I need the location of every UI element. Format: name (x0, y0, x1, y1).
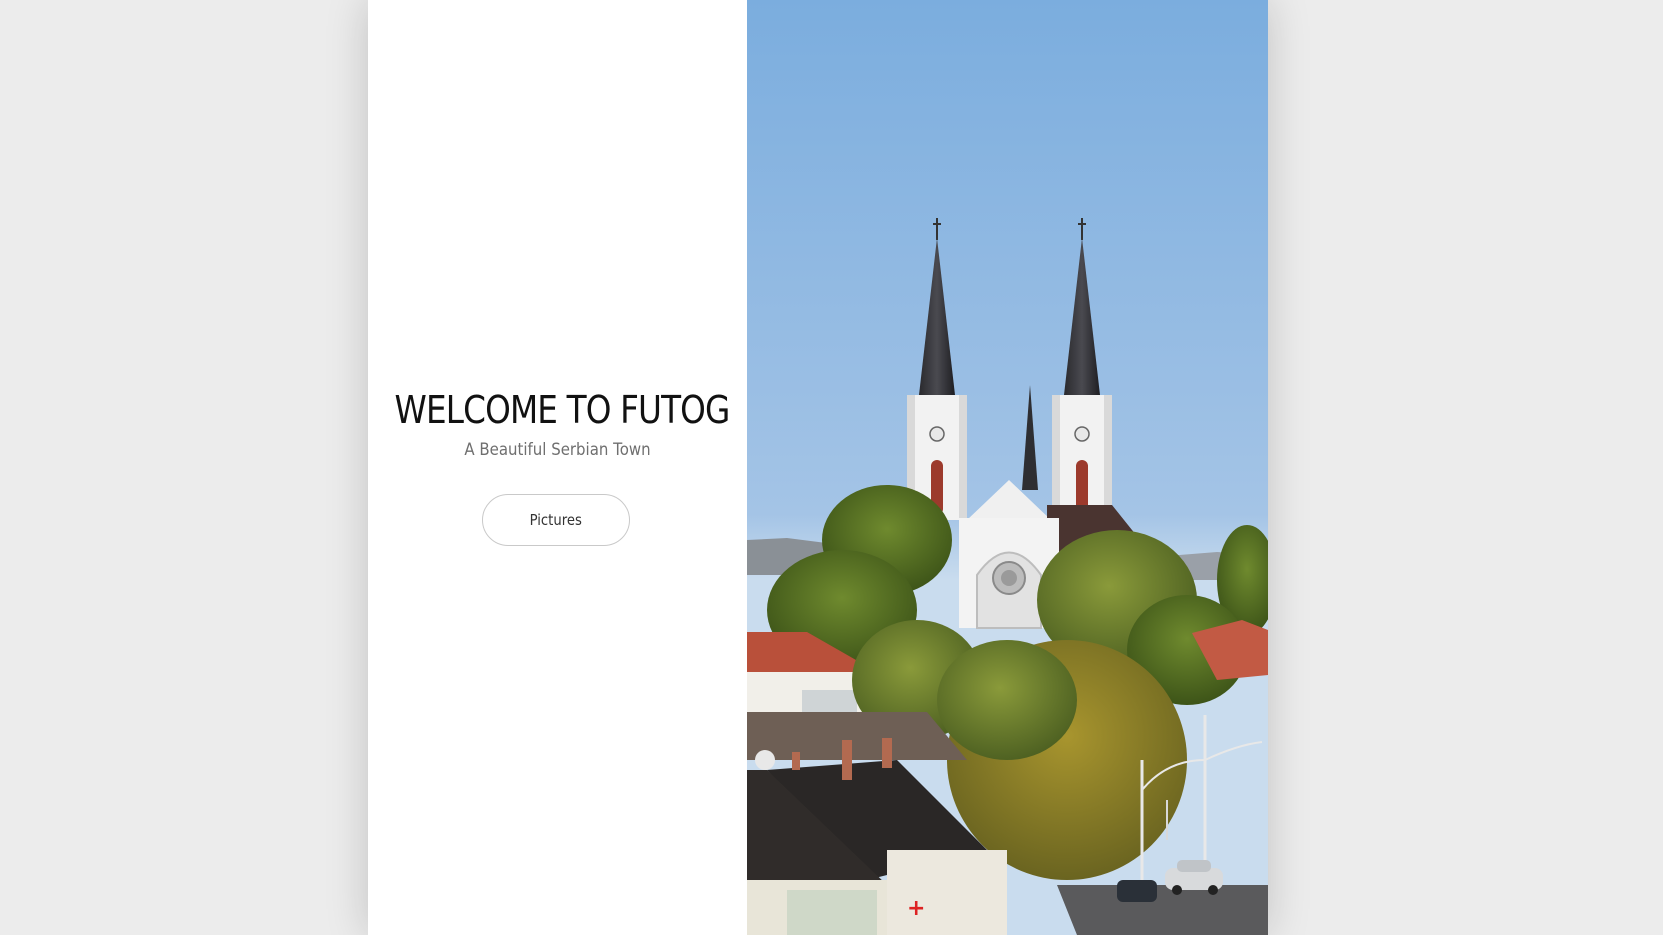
hero-card: WELCOME TO FUTOG A Beautiful Serbian Tow… (368, 0, 1268, 935)
town-photo: + (747, 0, 1268, 935)
page: WELCOME TO FUTOG A Beautiful Serbian Tow… (0, 0, 1663, 935)
church-photo-illustration: + (747, 0, 1268, 935)
hero-text-panel: WELCOME TO FUTOG A Beautiful Serbian Tow… (368, 0, 747, 935)
page-title: WELCOME TO FUTOG (394, 388, 731, 432)
page-subtitle: A Beautiful Serbian Town (464, 440, 651, 460)
pictures-button[interactable]: Pictures (482, 494, 630, 546)
pictures-button-label: Pictures (529, 511, 583, 529)
svg-text:+: + (907, 896, 925, 921)
